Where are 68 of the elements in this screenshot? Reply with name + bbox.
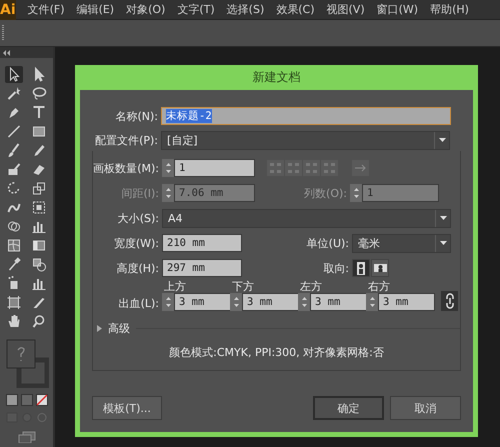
menu-item[interactable]: 视图(V)	[320, 2, 371, 17]
advanced-label[interactable]: 高级	[108, 320, 130, 336]
grip-icon[interactable]	[2, 25, 5, 41]
landscape-icon	[372, 262, 388, 274]
mesh-icon[interactable]	[5, 237, 23, 254]
input-field[interactable]: 未标题-2	[161, 107, 451, 125]
input-field[interactable]: 1	[174, 159, 255, 177]
input-field[interactable]: 210 mm	[162, 234, 242, 252]
spinner-icon[interactable]	[352, 186, 360, 200]
field-label: 出血(L):	[118, 296, 160, 311]
dropdown[interactable]: A4	[162, 208, 451, 228]
field-label: 高度(H):	[115, 260, 160, 276]
spinner-icon[interactable]	[164, 161, 172, 175]
field-label: 取向:	[322, 260, 350, 276]
portrait-icon	[355, 260, 367, 276]
cancel-button[interactable]: 取消	[390, 396, 461, 420]
field-label: 列数(O):	[303, 186, 348, 200]
caret-icon	[440, 241, 446, 245]
info-text: 颜色模式:CMYK, PPI:300, 对齐像素网格:否	[168, 345, 385, 360]
spinner-icon[interactable]	[164, 295, 172, 309]
line-icon[interactable]	[5, 123, 23, 140]
field-label: 右方	[368, 281, 391, 293]
menu-item[interactable]: 效果(C)	[270, 2, 321, 17]
menu-item[interactable]: 窗口(W)	[370, 2, 424, 17]
color-icon[interactable]	[6, 394, 18, 406]
caret-icon	[438, 138, 446, 142]
none-icon[interactable]	[36, 394, 48, 406]
menu-item[interactable]: 对象(O)	[120, 2, 172, 17]
menu-item[interactable]: 帮助(H)	[424, 2, 475, 17]
input-field[interactable]: 3 mm	[174, 293, 231, 311]
menu-item[interactable]: 选择(S)	[220, 2, 270, 17]
dialog-title: 新建文档	[252, 69, 302, 86]
menu-item[interactable]: 文字(T)	[171, 2, 221, 17]
ok-button[interactable]: 确定	[313, 396, 384, 420]
blend-icon[interactable]	[30, 256, 48, 273]
scale-icon[interactable]	[30, 180, 48, 197]
collapse-icon[interactable]	[3, 50, 11, 56]
field-label: 名称(N):	[114, 108, 159, 124]
field-label: 配置文件(P):	[94, 132, 159, 148]
template-button[interactable]: 模板(T)...	[92, 396, 162, 420]
field-label: 上方	[164, 281, 187, 293]
field-label: 画板数量(M):	[93, 160, 160, 176]
field-label: 大小(S):	[116, 210, 160, 226]
field-label: 左方	[300, 281, 323, 293]
screen-mode-icon[interactable]	[18, 431, 36, 443]
collapsed-icon[interactable]	[97, 324, 102, 332]
input-field[interactable]: 297 mm	[162, 259, 242, 277]
link-button[interactable]	[441, 291, 458, 311]
field-label: 下方	[232, 281, 255, 293]
menu-item[interactable]: 编辑(E)	[70, 2, 120, 17]
spinner-icon[interactable]	[164, 186, 172, 200]
transform-icon[interactable]	[30, 199, 48, 216]
artboard-icon[interactable]	[5, 294, 23, 311]
lasso-icon[interactable]	[30, 85, 48, 102]
input-field[interactable]: 3 mm	[310, 293, 367, 311]
input-field[interactable]: 3 mm	[378, 293, 435, 311]
app-logo: Ai	[0, 0, 16, 20]
dropdown[interactable]: [自定]	[161, 130, 450, 150]
dropdown[interactable]: 毫米	[352, 234, 451, 252]
field-label: 间距(I):	[120, 186, 160, 200]
caret-icon	[440, 216, 446, 220]
field-label: 单位(U):	[306, 236, 350, 250]
field-label: 宽度(W):	[112, 236, 160, 250]
portrait-button[interactable]	[352, 259, 370, 277]
wand-icon[interactable]	[5, 85, 23, 102]
landscape-button[interactable]	[371, 259, 389, 277]
menu-item[interactable]: 文件(F)	[22, 2, 71, 17]
input-field[interactable]: 3 mm	[242, 293, 299, 311]
